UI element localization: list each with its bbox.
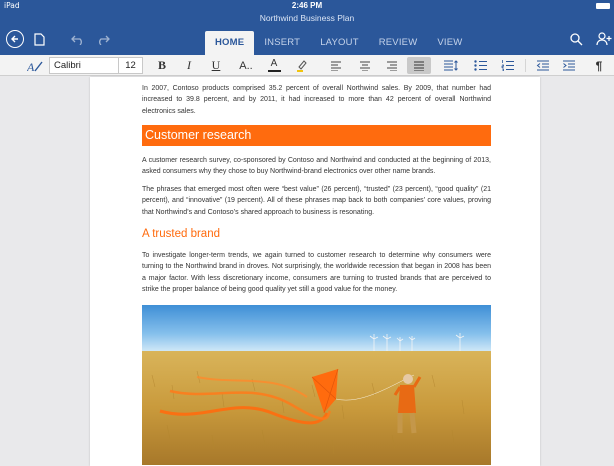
redo-icon (99, 35, 110, 45)
paragraph-survey: A customer research survey, co-sponsored… (142, 157, 491, 176)
decrease-indent-icon (536, 60, 549, 71)
align-center-icon (360, 60, 370, 71)
align-right-button[interactable] (383, 57, 401, 74)
undo-icon (71, 35, 82, 45)
font-color-button[interactable]: A (265, 57, 283, 74)
bullets-button[interactable] (472, 57, 490, 74)
heading-customer-research: Customer research (142, 125, 491, 146)
add-person-icon (596, 32, 612, 46)
battery-icon (596, 3, 610, 9)
highlight-button[interactable] (293, 57, 311, 74)
kite-photo[interactable] (142, 305, 491, 465)
justify-button[interactable] (407, 57, 431, 74)
share-button[interactable] (594, 30, 614, 48)
underline-button[interactable]: U (207, 57, 225, 74)
paragraph-trends: To investigate longer-term trends, we ag… (142, 252, 491, 293)
undo-button[interactable] (70, 30, 86, 48)
file-icon (33, 32, 45, 46)
search-icon (569, 32, 582, 45)
line-spacing-icon (444, 60, 458, 71)
text-effects-button[interactable]: A.. (234, 57, 258, 74)
app-header: iPad 2:46 PM Northwind Business Plan HOM… (0, 0, 614, 55)
paragraph-phrases: The phrases that emerged most often were… (142, 186, 491, 216)
ribbon-divider (525, 59, 526, 72)
align-left-icon (331, 60, 341, 71)
italic-button[interactable]: I (180, 57, 198, 74)
back-arrow-icon (11, 35, 18, 43)
document-title: Northwind Business Plan (259, 13, 355, 23)
tab-view[interactable]: VIEW (427, 31, 472, 55)
tab-home[interactable]: HOME (205, 31, 255, 55)
styles-button[interactable]: A (26, 57, 44, 74)
justify-icon (414, 60, 424, 71)
svg-text:A: A (27, 60, 35, 72)
status-bar: iPad 2:46 PM (0, 0, 614, 12)
document-page[interactable]: In 2007, Contoso products comprised 35.2… (90, 77, 540, 466)
font-color-letter: A (270, 58, 278, 69)
file-button[interactable] (33, 30, 45, 48)
tab-layout[interactable]: LAYOUT (310, 31, 369, 55)
tab-insert[interactable]: INSERT (254, 31, 310, 55)
increase-indent-button[interactable] (560, 57, 578, 74)
font-color-swatch (267, 70, 281, 72)
intro-paragraph: In 2007, Contoso products comprised 35.2… (142, 85, 491, 115)
numbered-list-icon (501, 60, 514, 71)
redo-button[interactable] (95, 30, 111, 48)
back-button[interactable] (6, 30, 24, 48)
heading-trusted-brand: A trusted brand (142, 228, 220, 240)
clock: 2:46 PM (291, 1, 323, 10)
font-name-field[interactable]: Calibri (49, 57, 119, 74)
ribbon-toolbar: A Calibri 12 B I U A.. A ¶ (0, 55, 614, 76)
numbering-button[interactable] (499, 57, 517, 74)
wheat-field-kite-image (142, 305, 491, 465)
show-formatting-button[interactable]: ¶ (590, 57, 608, 74)
ribbon-tabs: HOME INSERT LAYOUT REVIEW VIEW (205, 31, 472, 55)
bulleted-list-icon (474, 60, 487, 71)
align-right-icon (387, 60, 397, 71)
search-button[interactable] (567, 30, 585, 48)
line-spacing-button[interactable] (441, 57, 461, 74)
increase-indent-icon (563, 60, 575, 71)
decrease-indent-button[interactable] (534, 57, 552, 74)
align-center-button[interactable] (356, 57, 374, 74)
highlighter-icon (297, 60, 307, 72)
font-size-field[interactable]: 12 (119, 57, 143, 74)
bold-button[interactable]: B (153, 57, 171, 74)
text-styles-icon: A (27, 60, 43, 72)
align-left-button[interactable] (327, 57, 345, 74)
tab-review[interactable]: REVIEW (369, 31, 428, 55)
